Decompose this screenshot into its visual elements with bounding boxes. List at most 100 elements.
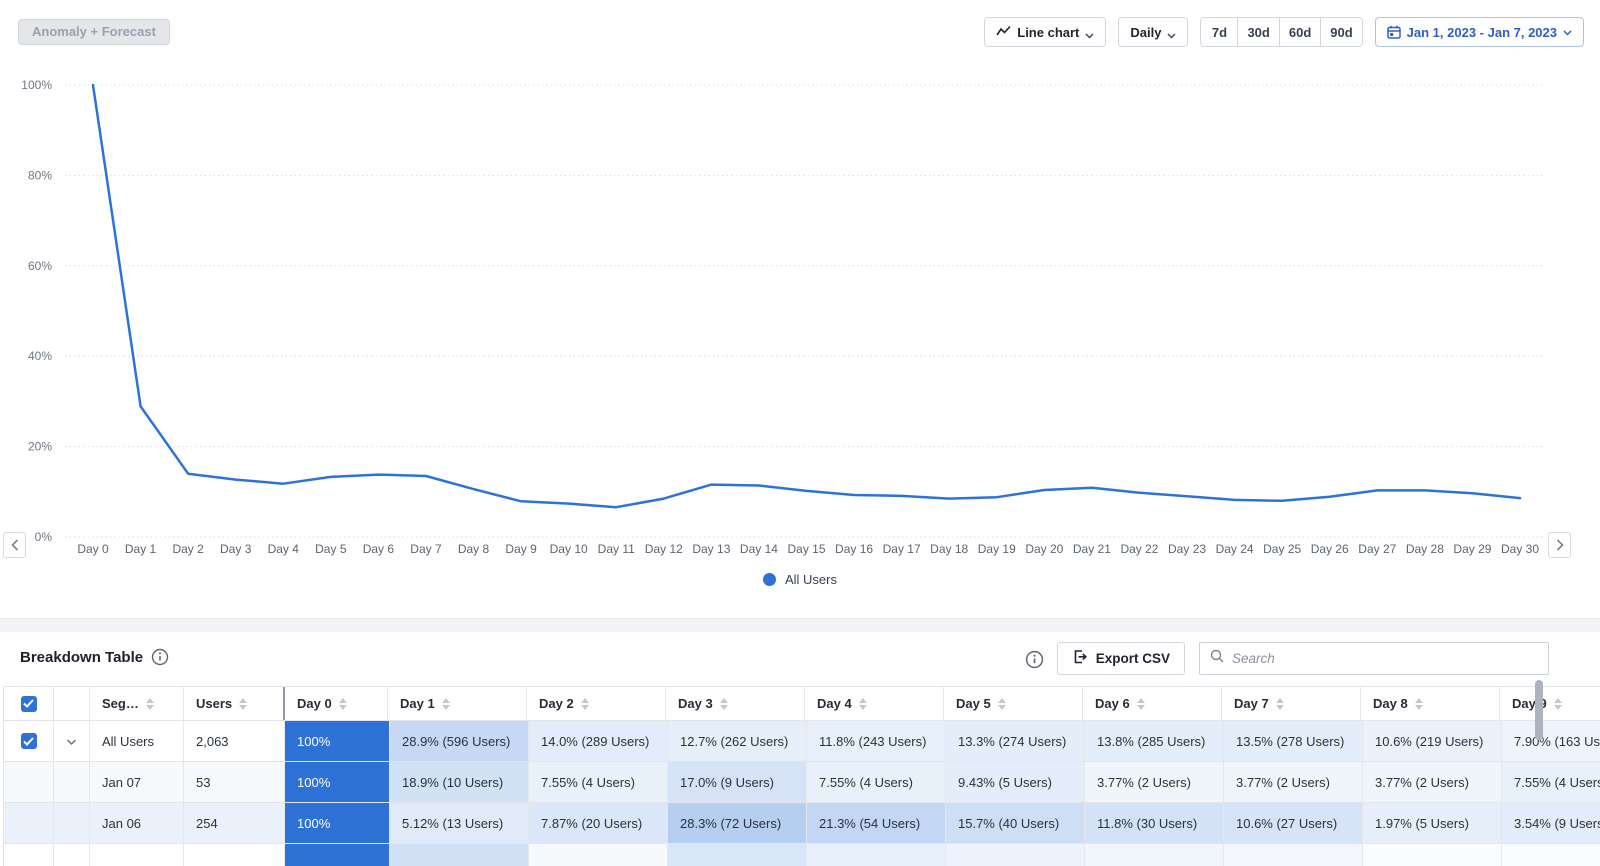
- sort-icon[interactable]: [239, 698, 247, 710]
- sort-icon[interactable]: [146, 698, 154, 710]
- retention-cell[interactable]: 100%: [285, 762, 390, 802]
- retention-cell[interactable]: [1502, 844, 1600, 866]
- retention-cell[interactable]: 3.77% (2 Users): [1085, 762, 1224, 802]
- retention-cell[interactable]: [1085, 844, 1224, 866]
- legend-series-label: All Users: [785, 572, 837, 587]
- retention-cell[interactable]: 13.3% (274 Users): [946, 721, 1085, 761]
- retention-cell[interactable]: 15.7% (40 Users): [946, 803, 1085, 843]
- retention-cell[interactable]: 7.55% (4 Users): [1502, 762, 1600, 802]
- retention-cell[interactable]: 14.0% (289 Users): [529, 721, 668, 761]
- retention-cell[interactable]: [285, 844, 390, 866]
- sort-icon[interactable]: [1137, 698, 1145, 710]
- info-icon[interactable]: [151, 648, 169, 666]
- retention-cell[interactable]: 18.9% (10 Users): [390, 762, 529, 802]
- retention-cell[interactable]: [946, 844, 1085, 866]
- day-column-header[interactable]: Day 9: [1500, 687, 1600, 720]
- info-icon[interactable]: [1025, 650, 1043, 668]
- sort-icon[interactable]: [859, 698, 867, 710]
- retention-cell[interactable]: 5.12% (13 Users): [390, 803, 529, 843]
- retention-cell[interactable]: 7.90% (163 Users): [1502, 721, 1600, 761]
- retention-cell[interactable]: 7.55% (4 Users): [529, 762, 668, 802]
- svg-text:Day 15: Day 15: [787, 542, 825, 556]
- granularity-dropdown[interactable]: Daily: [1118, 17, 1188, 47]
- table-scrollbar[interactable]: [1535, 680, 1543, 740]
- anomaly-forecast-button[interactable]: Anomaly + Forecast: [18, 19, 170, 45]
- retention-cell[interactable]: 10.6% (27 Users): [1224, 803, 1363, 843]
- retention-cell[interactable]: 7.87% (20 Users): [529, 803, 668, 843]
- day-column-header[interactable]: Day 0: [283, 687, 388, 720]
- users-column-header[interactable]: Users: [184, 687, 285, 720]
- row-checkbox[interactable]: [21, 733, 37, 749]
- sort-icon[interactable]: [339, 698, 347, 710]
- retention-cell[interactable]: 13.5% (278 Users): [1224, 721, 1363, 761]
- table-row[interactable]: Jan 06254100%5.12% (13 Users)7.87% (20 U…: [4, 803, 1600, 844]
- retention-cell[interactable]: 10.6% (219 Users): [1363, 721, 1502, 761]
- users-cell: [184, 844, 285, 866]
- chevron-left-icon: [11, 539, 19, 551]
- table-row[interactable]: All Users2,063100%28.9% (596 Users)14.0%…: [4, 721, 1600, 762]
- retention-line-chart[interactable]: 0%20%40%60%80%100%Day 0Day 1Day 2Day 3Da…: [0, 70, 1600, 570]
- retention-cell[interactable]: 28.3% (72 Users): [668, 803, 807, 843]
- retention-cell[interactable]: 28.9% (596 Users): [390, 721, 529, 761]
- retention-cell[interactable]: 9.43% (5 Users): [946, 762, 1085, 802]
- sort-icon[interactable]: [1554, 698, 1562, 710]
- sort-icon[interactable]: [1415, 698, 1423, 710]
- retention-cell[interactable]: 3.77% (2 Users): [1363, 762, 1502, 802]
- day-column-header[interactable]: Day 1: [388, 687, 527, 720]
- sort-icon[interactable]: [720, 698, 728, 710]
- retention-cell[interactable]: [529, 844, 668, 866]
- range-preset-30d[interactable]: 30d: [1238, 17, 1279, 47]
- retention-cell[interactable]: 11.8% (30 Users): [1085, 803, 1224, 843]
- svg-text:Day 9: Day 9: [505, 542, 537, 556]
- day-column-header[interactable]: Day 3: [666, 687, 805, 720]
- retention-cell[interactable]: [1363, 844, 1502, 866]
- retention-cell[interactable]: 13.8% (285 Users): [1085, 721, 1224, 761]
- day-column-header[interactable]: Day 6: [1083, 687, 1222, 720]
- range-preset-60d[interactable]: 60d: [1280, 17, 1321, 47]
- retention-cell[interactable]: 1.97% (5 Users): [1363, 803, 1502, 843]
- range-preset-90d[interactable]: 90d: [1321, 17, 1362, 47]
- export-csv-button[interactable]: Export CSV: [1057, 642, 1185, 675]
- day-header-label: Day 0: [297, 696, 332, 711]
- retention-cell[interactable]: 21.3% (54 Users): [807, 803, 946, 843]
- retention-cell[interactable]: 12.7% (262 Users): [668, 721, 807, 761]
- chart-scroll-right-button[interactable]: [1548, 532, 1571, 558]
- sort-icon[interactable]: [998, 698, 1006, 710]
- day-column-header[interactable]: Day 7: [1222, 687, 1361, 720]
- retention-cell[interactable]: 3.54% (9 Users): [1502, 803, 1600, 843]
- select-all-checkbox[interactable]: [21, 696, 37, 712]
- row-expander-cell: [54, 721, 90, 761]
- day-column-header[interactable]: Day 8: [1361, 687, 1500, 720]
- day-column-header[interactable]: Day 4: [805, 687, 944, 720]
- chart-type-dropdown[interactable]: Line chart: [984, 17, 1106, 47]
- svg-text:Day 14: Day 14: [740, 542, 778, 556]
- sort-icon[interactable]: [581, 698, 589, 710]
- date-range-picker[interactable]: Jan 1, 2023 - Jan 7, 2023: [1375, 17, 1584, 47]
- sort-icon[interactable]: [1276, 698, 1284, 710]
- retention-cell[interactable]: 7.55% (4 Users): [807, 762, 946, 802]
- legend-series-dot: [763, 573, 776, 586]
- retention-cell[interactable]: [390, 844, 529, 866]
- segment-column-header[interactable]: Seg…: [90, 687, 184, 720]
- chart-scroll-left-button[interactable]: [3, 532, 26, 558]
- chart-legend[interactable]: All Users: [0, 572, 1600, 587]
- retention-cell[interactable]: 100%: [285, 803, 390, 843]
- day-column-header[interactable]: Day 5: [944, 687, 1083, 720]
- retention-cell[interactable]: [668, 844, 807, 866]
- day-column-header[interactable]: Day 2: [527, 687, 666, 720]
- svg-text:Day 3: Day 3: [220, 542, 252, 556]
- retention-cell[interactable]: 17.0% (9 Users): [668, 762, 807, 802]
- table-row-partial[interactable]: [4, 844, 1600, 866]
- table-row[interactable]: Jan 0753100%18.9% (10 Users)7.55% (4 Use…: [4, 762, 1600, 803]
- retention-cell[interactable]: 100%: [285, 721, 390, 761]
- retention-cell[interactable]: [807, 844, 946, 866]
- chevron-down-icon[interactable]: [66, 734, 77, 749]
- row-select-cell: [4, 762, 54, 802]
- svg-text:40%: 40%: [28, 349, 52, 363]
- retention-cell[interactable]: [1224, 844, 1363, 866]
- retention-cell[interactable]: 3.77% (2 Users): [1224, 762, 1363, 802]
- retention-cell[interactable]: 11.8% (243 Users): [807, 721, 946, 761]
- search-input[interactable]: [1232, 651, 1538, 666]
- range-preset-7d[interactable]: 7d: [1200, 17, 1238, 47]
- sort-icon[interactable]: [442, 698, 450, 710]
